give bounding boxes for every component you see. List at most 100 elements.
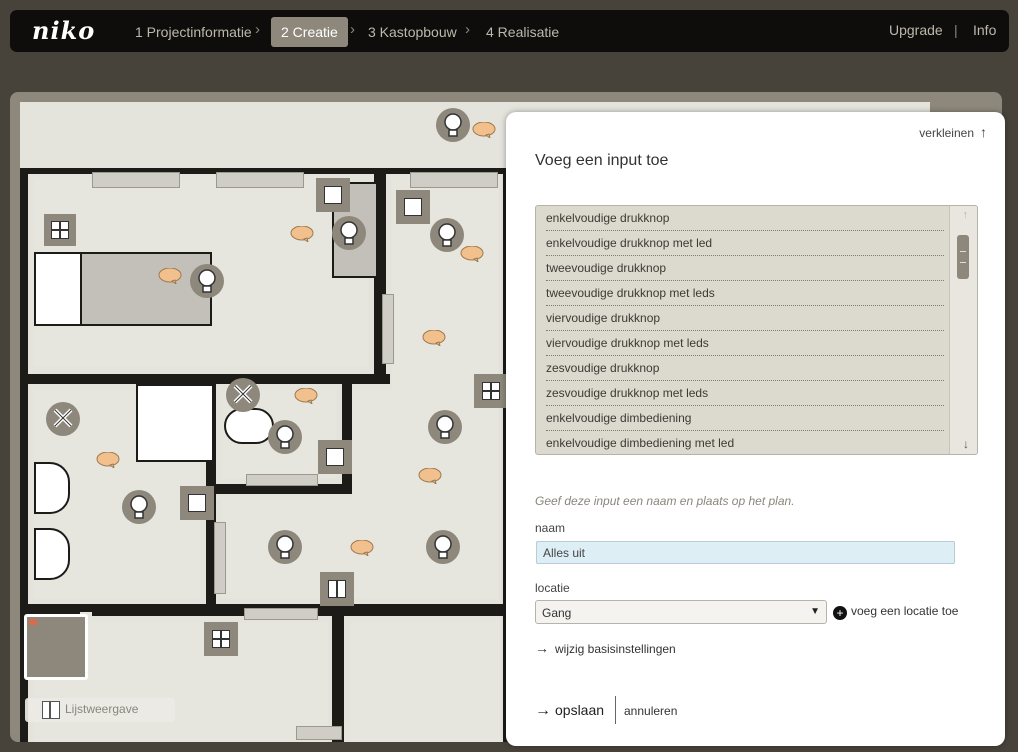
comment-bubble-icon[interactable]	[422, 330, 446, 346]
scroll-thumb[interactable]	[957, 235, 969, 279]
name-input[interactable]	[536, 541, 955, 564]
comment-bubble-icon[interactable]	[350, 540, 374, 556]
mini-map[interactable]	[24, 614, 88, 680]
list-item[interactable]: zesvoudige drukknop met leds	[546, 381, 944, 406]
plus-circle-icon: +	[833, 606, 847, 620]
list-item[interactable]: viervoudige drukknop	[546, 306, 944, 331]
save-label: opslaan	[555, 702, 605, 718]
button-divider	[615, 696, 616, 724]
light-point[interactable]	[268, 420, 302, 454]
switch-icon[interactable]	[318, 440, 352, 474]
comment-bubble-icon[interactable]	[294, 388, 318, 404]
window	[216, 172, 304, 188]
double-switch-icon[interactable]	[320, 572, 354, 606]
multi-switch-icon[interactable]	[44, 214, 76, 246]
window	[214, 522, 226, 594]
light-point[interactable]	[332, 216, 366, 250]
caret-down-icon: ▼	[810, 606, 820, 617]
location-label: locatie	[535, 581, 570, 595]
comment-bubble-icon[interactable]	[158, 268, 182, 284]
step-projectinformatie[interactable]: 1 Projectinformatie	[125, 17, 262, 47]
list-item[interactable]: viervoudige drukknop met leds	[546, 331, 944, 356]
top-navigation: niko 1 Projectinformatie › 2 Creatie › 3…	[10, 10, 1009, 52]
window	[410, 172, 498, 188]
scrollbar[interactable]: ↑ ↓	[949, 206, 977, 454]
list-item[interactable]: enkelvoudige drukknop	[546, 206, 944, 231]
basic-settings-link[interactable]: → wijzig basisinstellingen	[535, 640, 676, 656]
input-type-list[interactable]: enkelvoudige drukknop enkelvoudige drukk…	[535, 205, 978, 455]
light-point[interactable]	[426, 530, 460, 564]
window	[244, 608, 318, 620]
scroll-down-icon[interactable]: ↓	[963, 437, 969, 451]
wall	[342, 374, 352, 494]
name-label: naam	[535, 521, 566, 535]
panel-title: Voeg een input toe	[535, 152, 669, 169]
comment-bubble-icon[interactable]	[472, 122, 496, 138]
add-input-panel: verkleinen ↑ Voeg een input toe enkelvoud…	[506, 112, 1005, 746]
niko-logo[interactable]: niko	[32, 16, 95, 45]
quad-switch-icon[interactable]	[474, 374, 508, 408]
switch-icon[interactable]	[316, 178, 350, 212]
add-location-label: voeg een locatie toe	[851, 604, 959, 618]
comment-bubble-icon[interactable]	[290, 226, 314, 242]
nav-divider: |	[954, 22, 958, 38]
chevron-right-icon: ›	[350, 21, 355, 38]
window	[246, 474, 318, 486]
wall	[20, 374, 390, 384]
step-kastopbouw[interactable]: 3 Kastopbouw	[358, 17, 467, 47]
upgrade-link[interactable]: Upgrade	[889, 22, 943, 38]
location-select-value: Gang	[542, 606, 572, 620]
list-item[interactable]: tweevoudige drukknop	[546, 256, 944, 281]
sink	[34, 528, 70, 580]
add-location-button[interactable]: + voeg een locatie toe	[833, 604, 958, 620]
switch-icon[interactable]	[180, 486, 214, 520]
mini-map-marker	[29, 619, 37, 625]
light-point[interactable]	[268, 530, 302, 564]
basic-settings-label: wijzig basisinstellingen	[555, 642, 676, 656]
info-link[interactable]: Info	[973, 22, 996, 38]
shrink-button[interactable]: verkleinen ↑	[919, 124, 987, 140]
list-item[interactable]: enkelvoudige drukknop met led	[546, 231, 944, 256]
fan-icon[interactable]	[226, 378, 260, 412]
scroll-up-icon[interactable]: ↑	[963, 209, 969, 221]
shower	[136, 384, 214, 462]
light-point[interactable]	[436, 108, 470, 142]
pillow	[34, 252, 82, 326]
cancel-button[interactable]: annuleren	[624, 704, 677, 718]
list-item[interactable]: enkelvoudige dimbediening met led	[546, 431, 944, 454]
window	[382, 294, 394, 364]
room-lower-right	[350, 622, 500, 742]
chevron-right-icon: ›	[255, 21, 260, 38]
arrow-up-icon: ↑	[980, 124, 987, 140]
list-view-label: Lijstweergave	[65, 702, 139, 716]
wall	[332, 604, 344, 742]
arrow-right-icon: →	[535, 640, 549, 656]
list-item[interactable]: enkelvoudige dimbediening	[546, 406, 944, 431]
light-point[interactable]	[190, 264, 224, 298]
list-item[interactable]: tweevoudige drukknop met leds	[546, 281, 944, 306]
fan-icon[interactable]	[46, 402, 80, 436]
step-realisatie[interactable]: 4 Realisatie	[476, 17, 569, 47]
comment-bubble-icon[interactable]	[460, 246, 484, 262]
instruction-hint: Geef deze input een naam en plaats op he…	[535, 494, 795, 508]
list-view-icon	[42, 701, 60, 719]
light-point[interactable]	[122, 490, 156, 524]
light-point[interactable]	[430, 218, 464, 252]
comment-bubble-icon[interactable]	[418, 468, 442, 484]
toilet-bowl	[224, 408, 274, 444]
chevron-right-icon: ›	[465, 21, 470, 38]
switch-icon[interactable]	[396, 190, 430, 224]
comment-bubble-icon[interactable]	[96, 452, 120, 468]
list-view-button[interactable]: Lijstweergave	[25, 698, 175, 722]
sink	[34, 462, 70, 514]
window	[92, 172, 180, 188]
quad-switch-icon[interactable]	[204, 622, 238, 656]
save-button[interactable]: → opslaan	[535, 702, 604, 720]
window	[296, 726, 342, 740]
step-creatie[interactable]: 2 Creatie	[271, 17, 348, 47]
location-select[interactable]: Gang ▼	[535, 600, 827, 624]
list-item[interactable]: zesvoudige drukknop	[546, 356, 944, 381]
light-point[interactable]	[428, 410, 462, 444]
shrink-label: verkleinen	[919, 126, 974, 140]
arrow-right-icon: →	[535, 702, 551, 719]
